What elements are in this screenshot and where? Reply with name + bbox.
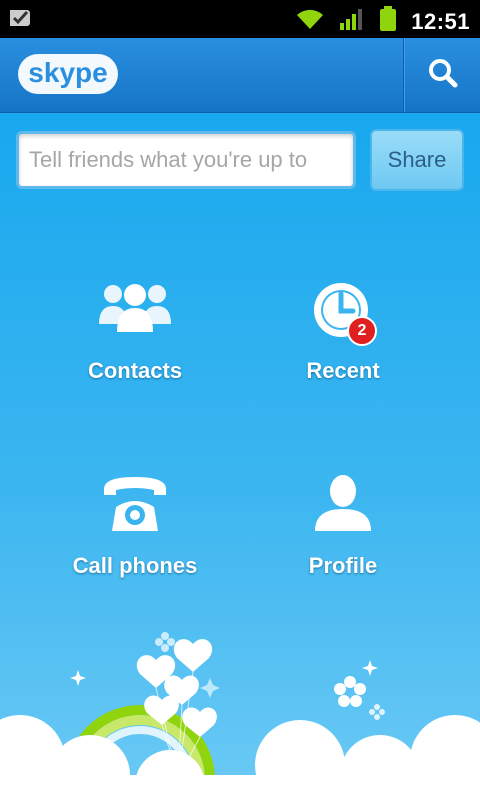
mood-message-input[interactable]	[16, 131, 356, 189]
app-bar-divider	[403, 38, 404, 112]
call-phones-label: Call phones	[72, 553, 198, 578]
phone-icon	[100, 473, 170, 538]
profile-tile[interactable]: Profile	[243, 473, 443, 613]
skype-logo: skype	[16, 48, 126, 105]
battery-icon	[379, 6, 397, 37]
main-dashboard: Share Contacts 2	[0, 113, 480, 800]
recent-tile[interactable]: 2 Recent	[243, 278, 443, 418]
svg-text:skype: skype	[28, 57, 107, 88]
profile-icon	[311, 473, 375, 538]
signal-icon	[339, 7, 365, 36]
status-clock: 12:51	[411, 8, 470, 34]
contacts-label: Contacts	[87, 358, 183, 383]
wifi-icon	[295, 7, 325, 36]
search-button[interactable]	[406, 38, 480, 112]
profile-label: Profile	[308, 553, 378, 578]
status-bar: 12:51	[0, 0, 480, 38]
recent-label: Recent	[306, 358, 380, 383]
search-icon	[428, 58, 458, 93]
contacts-icon	[95, 278, 175, 343]
contacts-tile[interactable]: Contacts	[35, 278, 235, 418]
call-phones-tile[interactable]: Call phones	[35, 473, 235, 613]
app-bar: skype	[0, 38, 480, 113]
recent-notification-badge: 2	[347, 316, 377, 346]
notification-check-icon	[8, 7, 34, 31]
share-button-label: Share	[387, 147, 447, 172]
decorative-clouds-illustration	[0, 600, 480, 800]
share-button[interactable]: Share	[370, 129, 464, 191]
